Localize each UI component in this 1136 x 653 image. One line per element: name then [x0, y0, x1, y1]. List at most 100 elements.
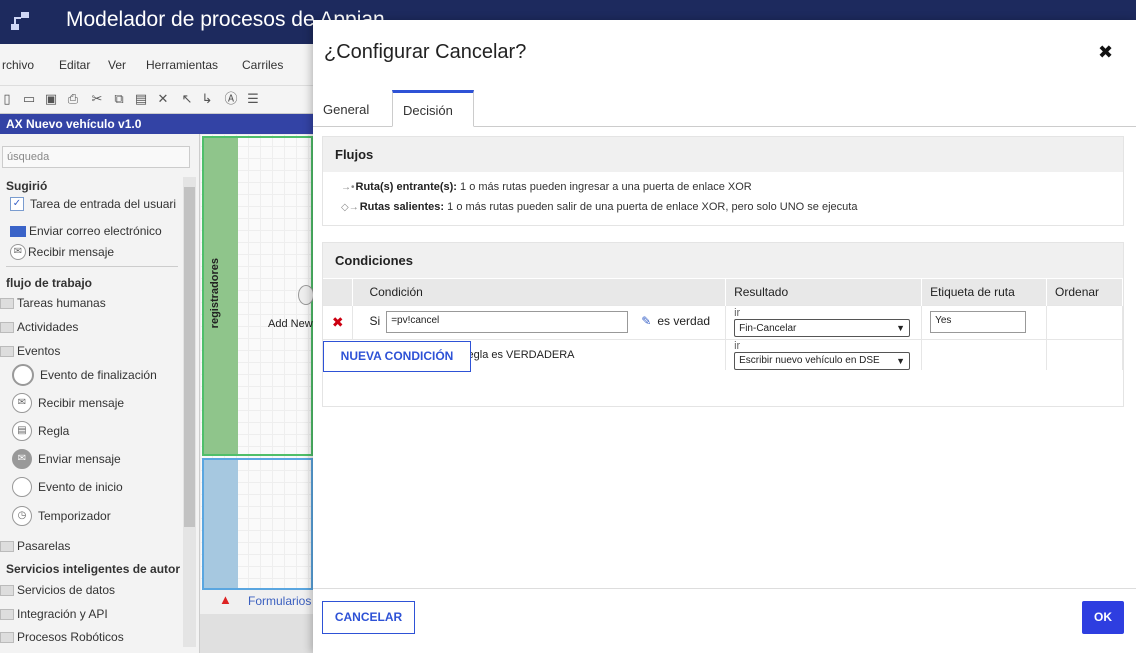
menu-lanes[interactable]: Carriles [242, 58, 283, 72]
column-order: Ordenar [1046, 279, 1123, 305]
result-select-value: Fin-Cancelar [739, 322, 797, 334]
chevron-down-icon: ▼ [896, 355, 906, 366]
palette-search-input[interactable]: úsqueda [2, 146, 190, 168]
palette-folder-label: Actividades [17, 320, 79, 334]
text-annotation-icon[interactable]: Ⓐ [224, 92, 238, 106]
tab-decision[interactable]: Decisión [392, 90, 474, 127]
palette-folder-label: Procesos Robóticos [17, 630, 124, 644]
rule-icon: ▤ [12, 421, 32, 441]
go-to-label: ir [734, 339, 741, 352]
palette-item-start-event[interactable]: Evento de inicio [12, 477, 123, 497]
palette-folder-label: Eventos [17, 344, 61, 358]
cut-icon[interactable]: ✂ [90, 92, 104, 106]
palette-item-label: Regla [38, 424, 70, 438]
palette-folder-integration-api[interactable]: Integración y API [0, 607, 108, 621]
menu-edit[interactable]: Editar [59, 58, 90, 72]
palette-item-label: Enviar mensaje [38, 452, 121, 466]
connector-icon[interactable]: ↳ [200, 92, 214, 106]
palette-folder-human-tasks[interactable]: Tareas humanas [0, 296, 106, 310]
open-folder-icon[interactable]: ▭ [22, 92, 36, 106]
swimlane-bottom-header[interactable] [204, 460, 238, 588]
palette-suggested-heading: Sugirió [6, 179, 48, 193]
palette-item-receive-message-event[interactable]: ✉ Recibir mensaje [12, 393, 124, 413]
save-icon[interactable]: ▣ [44, 92, 58, 106]
edit-expression-icon[interactable]: ✎ [641, 314, 651, 328]
folder-icon [0, 608, 14, 620]
palette-item-label: Recibir mensaje [38, 396, 125, 410]
paste-icon[interactable]: ▤ [134, 92, 148, 106]
outgoing-arrow-icon: ◇→ [341, 202, 359, 213]
route-label-input[interactable]: Yes [930, 311, 1027, 333]
palette-workflow-heading: flujo de trabajo [6, 276, 93, 290]
delete-column-header [323, 279, 354, 305]
forms-link[interactable]: Formularios [248, 594, 311, 608]
print-icon[interactable]: ⎙ [66, 92, 80, 106]
palette-folder-activities[interactable]: Actividades [0, 320, 78, 334]
folder-icon [0, 631, 14, 643]
order-cell [1046, 304, 1123, 339]
outgoing-label: Rutas salientes: [359, 201, 445, 213]
palette-item-send-email[interactable]: Enviar correo electrónico [10, 224, 162, 238]
menu-view[interactable]: Ver [108, 58, 126, 72]
result-select[interactable]: Fin-Cancelar ▼ [734, 319, 911, 337]
palette-scrollbar[interactable] [183, 177, 196, 647]
checkbox-icon: ✓ [10, 197, 24, 211]
condition-expression-input[interactable]: =pv!cancel [386, 311, 629, 333]
ok-button[interactable]: OK [1082, 601, 1124, 634]
palette-folder-label: Integración y API [17, 607, 108, 621]
palette-item-rule[interactable]: ▤ Regla [12, 421, 69, 441]
list-icon[interactable]: ☰ [246, 92, 260, 106]
conditions-heading: Condiciones [323, 243, 1123, 278]
new-condition-button[interactable]: NUEVA CONDICIÓN [323, 341, 471, 372]
palette-panel: úsqueda Sugirió ✓ Tarea de entrada del u… [0, 134, 200, 653]
conditions-section: Condiciones Condición Resultado Etiqueta… [322, 242, 1124, 407]
else-route-label-cell [921, 338, 1048, 370]
select-pointer-icon[interactable]: ↖ [180, 92, 194, 106]
go-to-label: ir [734, 307, 741, 319]
copy-icon[interactable]: ⧉ [112, 92, 126, 106]
delete-condition-cell: ✖ [323, 304, 354, 339]
folder-icon [0, 345, 14, 357]
palette-item-label: Evento de inicio [38, 480, 123, 494]
palette-folder-gateways[interactable]: Pasarelas [0, 539, 70, 553]
close-icon[interactable]: ✖ [1098, 42, 1113, 63]
palette-folder-robotic-processes[interactable]: Procesos Robóticos [0, 630, 124, 644]
delete-icon[interactable]: ✕ [156, 92, 170, 106]
cancel-button[interactable]: CANCELAR [322, 601, 415, 634]
new-icon[interactable]: ▯ [0, 92, 14, 106]
swimlane-label: registradores [209, 258, 221, 329]
tab-general[interactable]: General [313, 90, 379, 127]
outgoing-text: 1 o más rutas pueden salir de una puerta… [447, 201, 858, 213]
palette-item-timer[interactable]: ◷ Temporizador [12, 506, 111, 526]
palette-item-user-input-task[interactable]: ✓ Tarea de entrada del usuari [10, 197, 176, 211]
menu-file[interactable]: rchivo [2, 58, 34, 72]
incoming-text: 1 o más rutas pueden ingresar a una puer… [460, 181, 752, 193]
column-result: Resultado [725, 279, 923, 305]
configure-cancel-dialog: ¿Configurar Cancelar? ✖ General Decisión… [313, 20, 1136, 653]
palette-folder-events[interactable]: Eventos [0, 344, 60, 358]
condition-row: ✖ Si =pv!cancel ✎ es verdad ir Fin-Cancel… [323, 304, 1123, 339]
condition-cell: Si =pv!cancel ✎ es verdad [352, 304, 727, 339]
palette-folder-label: Pasarelas [17, 539, 71, 553]
menu-tools[interactable]: Herramientas [146, 58, 218, 72]
incoming-flow-line: →•Ruta(s) entrante(s): 1 o más rutas pue… [341, 181, 752, 193]
else-result-cell: ir Escribir nuevo vehículo en DSE ▼ [725, 338, 923, 370]
dialog-title: ¿Configurar Cancelar? [324, 41, 527, 63]
column-route-label: Etiqueta de ruta [921, 279, 1048, 305]
folder-icon [0, 540, 14, 552]
delete-condition-icon[interactable]: ✖ [332, 314, 344, 330]
process-node[interactable] [298, 285, 314, 305]
palette-folder-label: Tareas humanas [17, 296, 106, 310]
flows-section: Flujos →•Ruta(s) entrante(s): 1 o más ru… [322, 136, 1124, 226]
footer-divider [313, 588, 1136, 589]
palette-folder-data-services[interactable]: Servicios de datos [0, 583, 115, 597]
palette-item-receive-message[interactable]: ✉ Recibir mensaje [10, 244, 114, 260]
palette-item-send-message[interactable]: ✉ Enviar mensaje [12, 449, 121, 469]
else-result-select[interactable]: Escribir nuevo vehículo en DSE ▼ [734, 351, 911, 370]
envelope-icon: ✉ [10, 244, 26, 260]
incoming-arrow-icon: →• [341, 182, 355, 193]
folder-icon [0, 584, 14, 596]
process-node-label: Add New [268, 318, 313, 330]
palette-item-end-event[interactable]: Evento de finalización [12, 364, 157, 386]
palette-scroll-thumb[interactable] [184, 187, 195, 527]
